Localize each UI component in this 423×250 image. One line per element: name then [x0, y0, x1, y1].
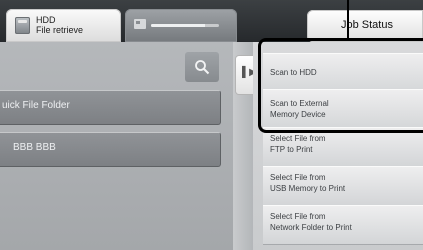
hdd-icon	[15, 17, 30, 34]
action-panel: Scan to HDD Scan to External Memory Devi…	[253, 42, 423, 250]
select-file-network-button[interactable]: Select File from Network Folder to Print	[263, 205, 423, 245]
folder-list-panel: uick File Folder BBB BBB	[0, 42, 233, 250]
job-progress-indicator[interactable]	[125, 9, 237, 42]
search-icon	[195, 60, 210, 75]
action-label-line1: Scan to External	[270, 99, 329, 108]
job-status-button[interactable]: Job Status	[307, 10, 423, 42]
hdd-file-retrieve-tab[interactable]: HDD File retrieve	[6, 9, 121, 42]
select-file-usb-button[interactable]: Select File from USB Memory to Print	[263, 166, 423, 206]
folder-label: uick File Folder	[2, 100, 70, 111]
callout-pointer-line	[347, 0, 349, 38]
action-label-line1: Select File from	[270, 134, 326, 143]
action-label-line1: Select File from	[270, 212, 326, 221]
action-label-line1: Select File from	[270, 173, 326, 182]
folder-label: BBB BBB	[13, 142, 56, 153]
action-label-line2: FTP to Print	[270, 145, 313, 154]
hdd-tab-subtitle: File retrieve	[36, 25, 84, 35]
action-label-line2: USB Memory to Print	[270, 184, 346, 193]
search-button[interactable]	[185, 52, 219, 82]
folder-item-quick-file[interactable]: uick File Folder	[0, 90, 221, 125]
select-file-ftp-button[interactable]: Select File from FTP to Print	[263, 127, 423, 167]
hdd-tab-title: HDD	[36, 15, 56, 25]
job-progress-bar	[151, 24, 219, 27]
folder-item-bbb[interactable]: BBB BBB	[0, 132, 221, 167]
action-label: Scan to HDD	[270, 68, 317, 77]
top-bar: HDD File retrieve Job Status	[0, 0, 423, 42]
scan-to-external-memory-button[interactable]: Scan to External Memory Device	[263, 89, 423, 131]
job-progress-fill	[151, 24, 206, 27]
action-label-line2: Memory Device	[270, 110, 326, 119]
action-label-line2: Network Folder to Print	[270, 223, 352, 232]
job-icon	[134, 19, 146, 29]
